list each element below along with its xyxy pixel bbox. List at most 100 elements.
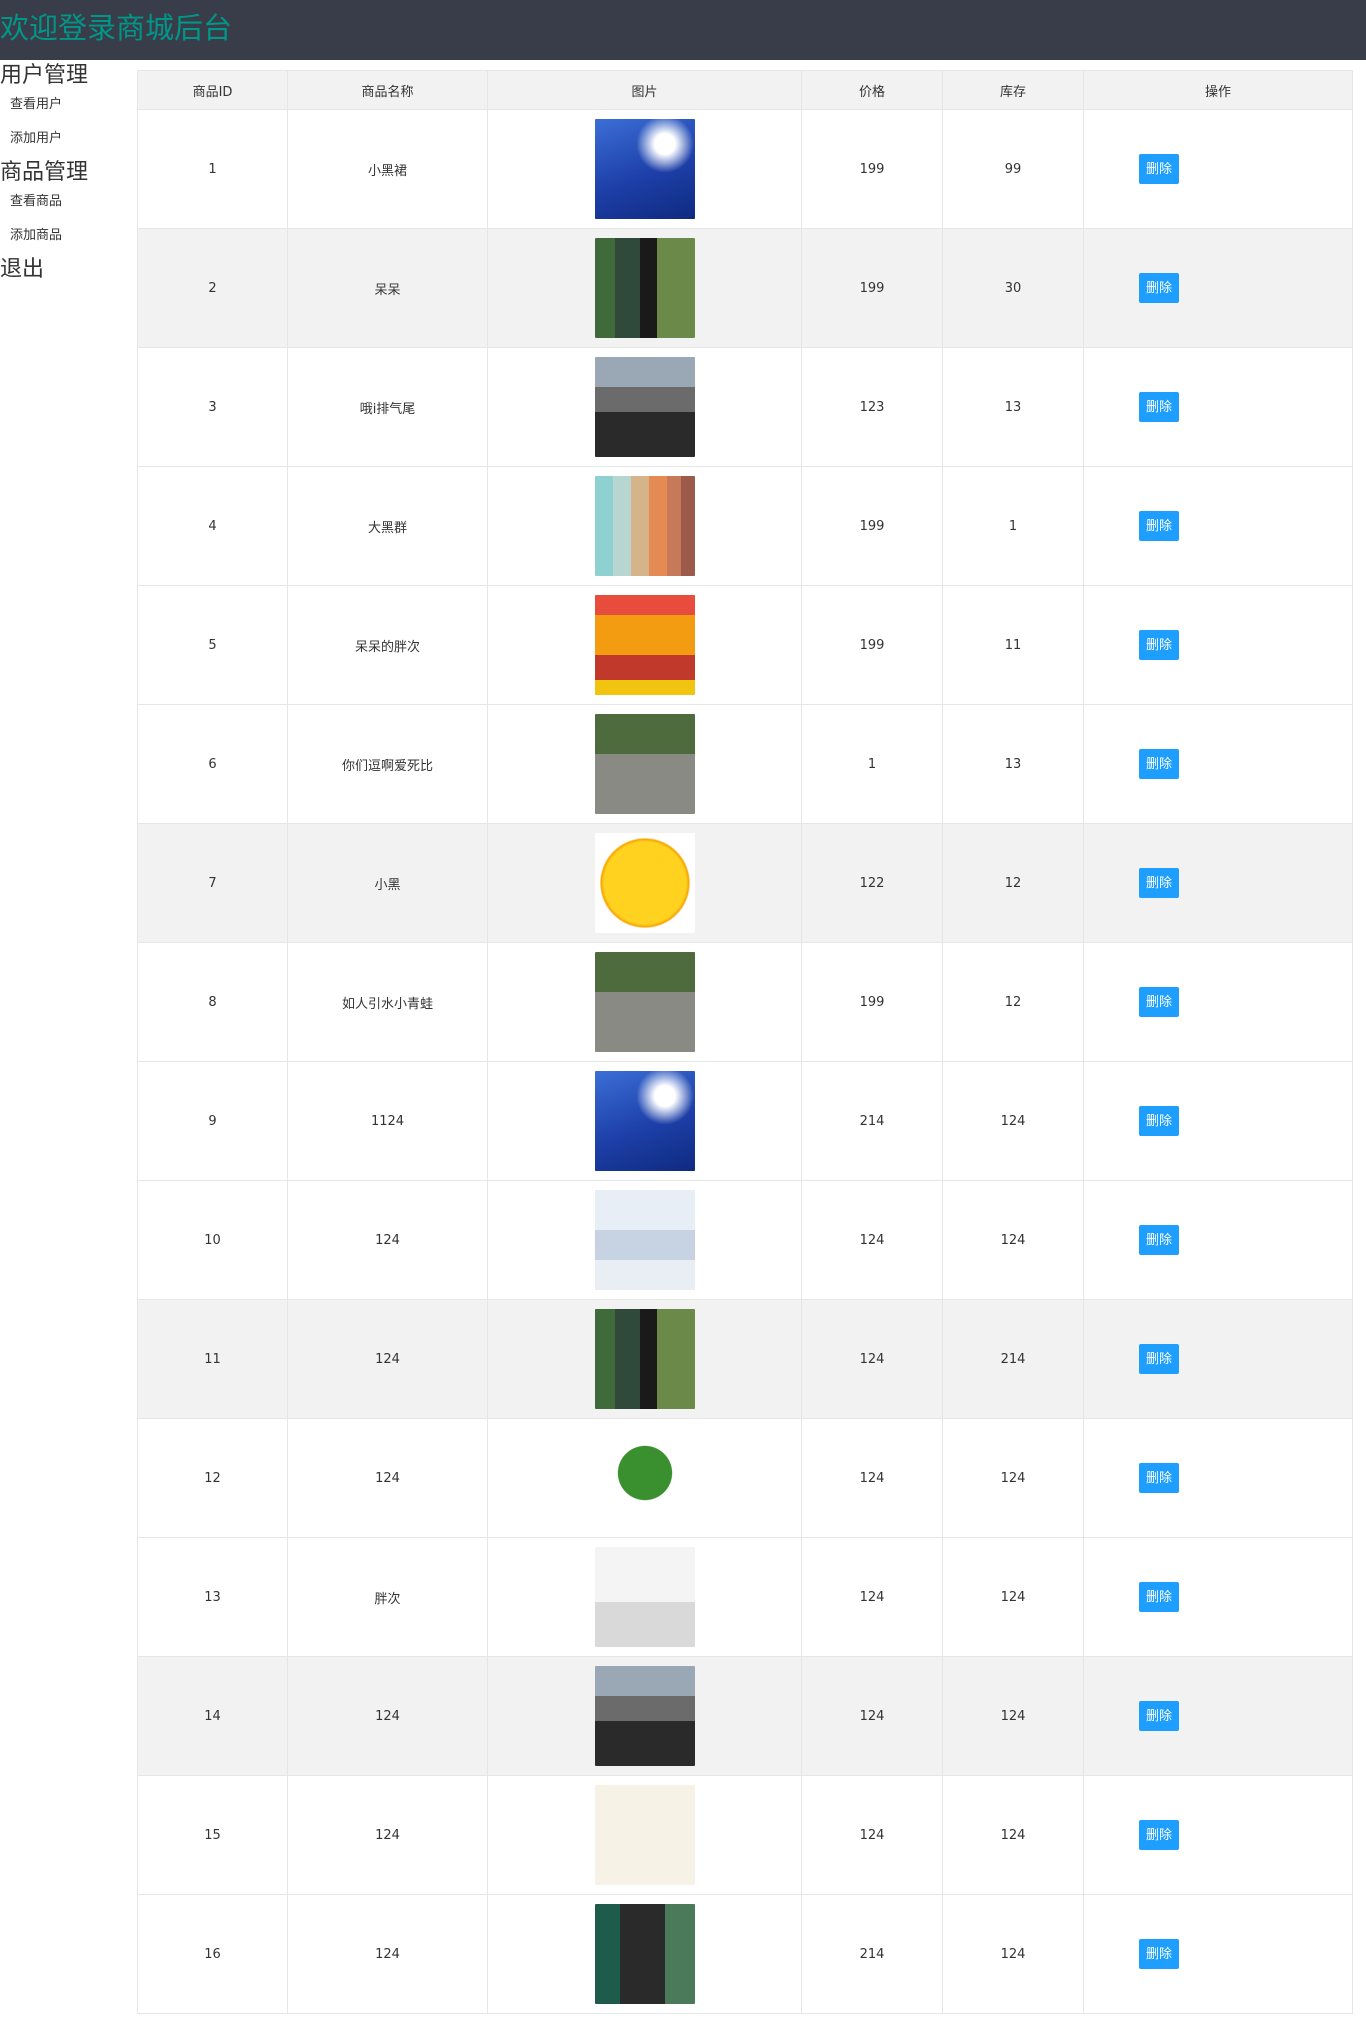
nav-group-user[interactable]: 用户管理 (0, 62, 137, 90)
nav-item-view-users[interactable]: 查看用户 (0, 90, 137, 129)
product-thumbnail (594, 714, 695, 814)
cell-name: 1124 (287, 1061, 488, 1181)
table-row: 6 你们逗啊爱死比 1 13 删除 (137, 704, 1353, 824)
cell-id: 7 (137, 823, 288, 943)
cell-name: 大黑群 (287, 466, 488, 586)
delete-button[interactable]: 删除 (1139, 1344, 1180, 1374)
product-table-wrapper: 商品ID 商品名称 图片 价格 库存 操作 1 小黑裙 199 99 删除 2 呆呆 199 3… (137, 70, 1353, 2014)
cell-image (487, 109, 802, 229)
cell-stock: 13 (942, 347, 1084, 467)
table-row: 13 胖次 124 124 删除 (137, 1537, 1353, 1657)
cell-image (487, 1180, 802, 1300)
delete-button[interactable]: 删除 (1139, 1463, 1180, 1493)
cell-name: 如人引水小青蛙 (287, 942, 488, 1062)
cell-price: 199 (801, 466, 943, 586)
cell-actions: 删除 (1083, 1299, 1353, 1419)
delete-button[interactable]: 删除 (1139, 987, 1180, 1017)
cell-price: 199 (801, 228, 943, 348)
cell-id: 5 (137, 585, 288, 705)
col-header-actions: 操作 (1083, 70, 1353, 110)
cell-id: 1 (137, 109, 288, 229)
delete-button[interactable]: 删除 (1139, 630, 1180, 660)
cell-image (487, 942, 802, 1062)
cell-image (487, 228, 802, 348)
delete-button[interactable]: 删除 (1139, 1582, 1180, 1612)
cell-stock: 12 (942, 942, 1084, 1062)
cell-actions: 删除 (1083, 466, 1353, 586)
cell-stock: 11 (942, 585, 1084, 705)
delete-button[interactable]: 删除 (1139, 1820, 1180, 1850)
cell-id: 3 (137, 347, 288, 467)
cell-actions: 删除 (1083, 704, 1353, 824)
product-thumbnail (594, 1547, 695, 1647)
table-row: 15 124 124 124 删除 (137, 1775, 1353, 1895)
product-table: 商品ID 商品名称 图片 价格 库存 操作 1 小黑裙 199 99 删除 2 呆呆 199 3… (137, 70, 1353, 2014)
delete-button[interactable]: 删除 (1139, 749, 1180, 779)
cell-actions: 删除 (1083, 942, 1353, 1062)
delete-button[interactable]: 删除 (1139, 1701, 1180, 1731)
delete-button[interactable]: 删除 (1139, 273, 1180, 303)
cell-id: 4 (137, 466, 288, 586)
cell-stock: 124 (942, 1894, 1084, 2014)
delete-button[interactable]: 删除 (1139, 868, 1180, 898)
cell-stock: 124 (942, 1775, 1084, 1895)
table-row: 16 124 214 124 删除 (137, 1894, 1353, 2014)
cell-name: 124 (287, 1180, 488, 1300)
product-thumbnail (594, 476, 695, 576)
nav-item-add-product[interactable]: 添加商品 (0, 226, 137, 254)
table-row: 14 124 124 124 删除 (137, 1656, 1353, 1776)
cell-id: 2 (137, 228, 288, 348)
cell-actions: 删除 (1083, 1775, 1353, 1895)
cell-price: 1 (801, 704, 943, 824)
cell-image (487, 585, 802, 705)
table-row: 11 124 124 214 删除 (137, 1299, 1353, 1419)
cell-stock: 124 (942, 1537, 1084, 1657)
cell-price: 214 (801, 1894, 943, 2014)
table-row: 9 1124 214 124 删除 (137, 1061, 1353, 1181)
cell-id: 8 (137, 942, 288, 1062)
page-title: 欢迎登录商城后台 (0, 11, 233, 45)
cell-stock: 124 (942, 1061, 1084, 1181)
delete-button[interactable]: 删除 (1139, 1939, 1180, 1969)
table-row: 7 小黑 122 12 删除 (137, 823, 1353, 943)
table-row: 2 呆呆 199 30 删除 (137, 228, 1353, 348)
delete-button[interactable]: 删除 (1139, 1225, 1180, 1255)
col-header-stock: 库存 (942, 70, 1084, 110)
col-header-price: 价格 (801, 70, 943, 110)
table-header-row: 商品ID 商品名称 图片 价格 库存 操作 (137, 70, 1353, 110)
cell-price: 124 (801, 1537, 943, 1657)
cell-image (487, 823, 802, 943)
nav-group-product[interactable]: 商品管理 (0, 159, 137, 187)
nav-item-add-user[interactable]: 添加用户 (0, 129, 137, 157)
product-thumbnail (594, 595, 695, 695)
delete-button[interactable]: 删除 (1139, 511, 1180, 541)
table-row: 12 124 124 124 删除 (137, 1418, 1353, 1538)
cell-image (487, 1537, 802, 1657)
cell-id: 9 (137, 1061, 288, 1181)
delete-button[interactable]: 删除 (1139, 392, 1180, 422)
cell-price: 123 (801, 347, 943, 467)
table-row: 1 小黑裙 199 99 删除 (137, 109, 1353, 229)
cell-id: 12 (137, 1418, 288, 1538)
product-thumbnail (594, 357, 695, 457)
cell-image (487, 1656, 802, 1776)
cell-stock: 99 (942, 109, 1084, 229)
cell-price: 122 (801, 823, 943, 943)
table-row: 10 124 124 124 删除 (137, 1180, 1353, 1300)
cell-id: 14 (137, 1656, 288, 1776)
cell-name: 小黑裙 (287, 109, 488, 229)
cell-price: 199 (801, 942, 943, 1062)
cell-id: 6 (137, 704, 288, 824)
cell-image (487, 1775, 802, 1895)
nav-item-view-products[interactable]: 查看商品 (0, 187, 137, 226)
cell-price: 124 (801, 1180, 943, 1300)
top-header: 欢迎登录商城后台 (0, 0, 1366, 60)
delete-button[interactable]: 删除 (1139, 1106, 1180, 1136)
cell-name: 124 (287, 1775, 488, 1895)
delete-button[interactable]: 删除 (1139, 154, 1180, 184)
cell-id: 11 (137, 1299, 288, 1419)
table-row: 4 大黑群 199 1 删除 (137, 466, 1353, 586)
cell-actions: 删除 (1083, 1418, 1353, 1538)
nav-logout[interactable]: 退出 (0, 256, 137, 284)
cell-image (487, 1894, 802, 2014)
